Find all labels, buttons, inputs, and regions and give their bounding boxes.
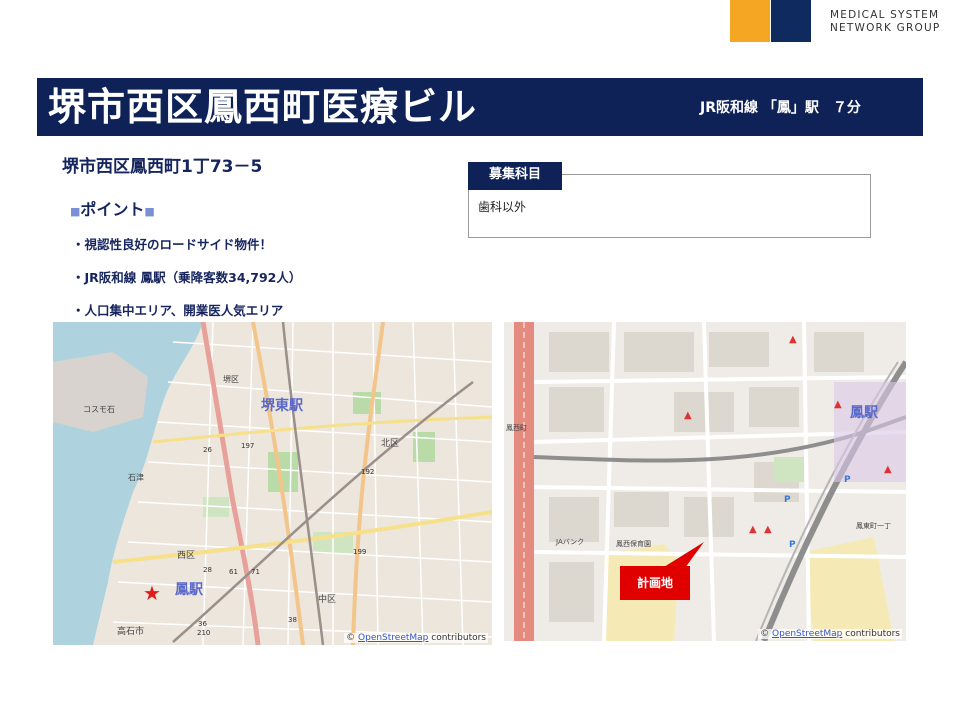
- road-number: 26: [203, 446, 212, 454]
- station-info: JR阪和線 「鳳」駅 ７分: [700, 100, 861, 116]
- attribution-suffix: contributors: [842, 629, 900, 639]
- road-number: 61: [229, 568, 238, 576]
- recruit-label: 募集科目: [468, 162, 562, 190]
- osm-attribution-link[interactable]: OpenStreetMap: [358, 633, 428, 643]
- map-label-sakai-higashi: 堺東駅: [261, 397, 304, 414]
- points-heading-label: ポイント: [80, 200, 145, 219]
- map-label-otori-higashimachi: 鳳東町一丁: [856, 521, 891, 530]
- point-item-2: ・JR阪和線 鳳駅（乗降客数34,792人）: [72, 270, 302, 285]
- points-heading: ■ポイント■: [70, 196, 155, 220]
- map-pin-icon: ▲: [684, 410, 692, 421]
- road-number: 28: [203, 566, 212, 574]
- property-address: 堺市西区鳳西町1丁73－5: [62, 157, 263, 177]
- brand-line-1: MEDICAL SYSTEM: [830, 9, 940, 21]
- osm-attribution-link[interactable]: OpenStreetMap: [772, 629, 842, 639]
- site-callout-label: 計画地: [637, 575, 673, 590]
- map-label-cosmo: コスモ石: [83, 405, 115, 414]
- map-label-ja-bank: JAバンク: [555, 538, 584, 546]
- recruit-value: 歯科以外: [478, 200, 527, 214]
- brand-logo-text: MEDICAL SYSTEM NETWORK GROUP: [830, 9, 940, 35]
- brand-line-2: NETWORK GROUP: [830, 22, 941, 34]
- wide-area-map[interactable]: 堺東駅 鳳駅 西区 北区 中区 高石市 石津 堺区 コスモ石 197 26 19…: [53, 322, 492, 645]
- wide-map-svg: 堺東駅 鳳駅 西区 北区 中区 高石市 石津 堺区 コスモ石 197 26 19…: [53, 322, 492, 645]
- square-bullet-icon: ■: [144, 205, 155, 218]
- road-number: 71: [251, 568, 260, 576]
- map-label-naka-ku: 中区: [318, 593, 336, 605]
- parking-icon: P: [789, 540, 796, 550]
- point-item-1: ・視認性良好のロードサイド物件！: [72, 237, 273, 252]
- logo-orange-square: [730, 0, 770, 42]
- map-label-otori-nishimachi: 鳳西町: [506, 424, 527, 432]
- parking-icon: P: [784, 495, 791, 505]
- parking-icon: P: [844, 475, 851, 485]
- copyright-symbol: ©: [760, 629, 770, 639]
- site-star-icon: ★: [143, 581, 161, 605]
- map-label-ishizu: 石津: [128, 472, 144, 482]
- square-bullet-icon: ■: [70, 205, 81, 218]
- map-pin-icon: ▲: [749, 524, 757, 535]
- map-attribution: © OpenStreetMap contributors: [344, 633, 488, 643]
- detail-map-svg: ▲ ▲ ▲ ▲ ▲ ▲ P P P 鳳駅 鳳西町 鳳東町一丁 JAバンク 鳳西保…: [504, 322, 906, 641]
- road-number: 197: [241, 442, 254, 450]
- road-number: 38: [288, 616, 297, 624]
- detail-map[interactable]: ▲ ▲ ▲ ▲ ▲ ▲ P P P 鳳駅 鳳西町 鳳東町一丁 JAバンク 鳳西保…: [504, 322, 906, 641]
- map-pin-icon: ▲: [834, 399, 842, 410]
- road-number: 210: [197, 629, 210, 637]
- point-item-3: ・人口集中エリア、開業医人気エリア: [72, 303, 284, 318]
- map-label-otori-school: 鳳西保育園: [616, 539, 651, 548]
- road-number: 192: [361, 468, 374, 476]
- page-title: 堺市西区鳳西町医療ビル: [48, 85, 478, 129]
- map-label-kita-ku: 北区: [381, 438, 399, 449]
- map-pin-icon: ▲: [789, 334, 797, 345]
- copyright-symbol: ©: [346, 633, 356, 643]
- attribution-suffix: contributors: [428, 633, 486, 643]
- map-label-sakai-ku: 堺区: [223, 374, 239, 384]
- logo-navy-square: [771, 0, 811, 42]
- park-area: [353, 392, 381, 414]
- station-area: [834, 382, 906, 482]
- map-pin-icon: ▲: [764, 524, 772, 535]
- map-label-nishi-ku: 西区: [177, 550, 195, 561]
- map-pin-icon: ▲: [884, 464, 892, 475]
- park-area: [774, 457, 804, 482]
- road-number: 199: [353, 548, 366, 556]
- map-attribution: © OpenStreetMap contributors: [758, 629, 902, 639]
- road-number: 36: [198, 620, 207, 628]
- map-label-otori: 鳳駅: [175, 582, 204, 598]
- map-label-otori-station: 鳳駅: [850, 405, 879, 421]
- map-label-takaishi: 高石市: [117, 625, 144, 637]
